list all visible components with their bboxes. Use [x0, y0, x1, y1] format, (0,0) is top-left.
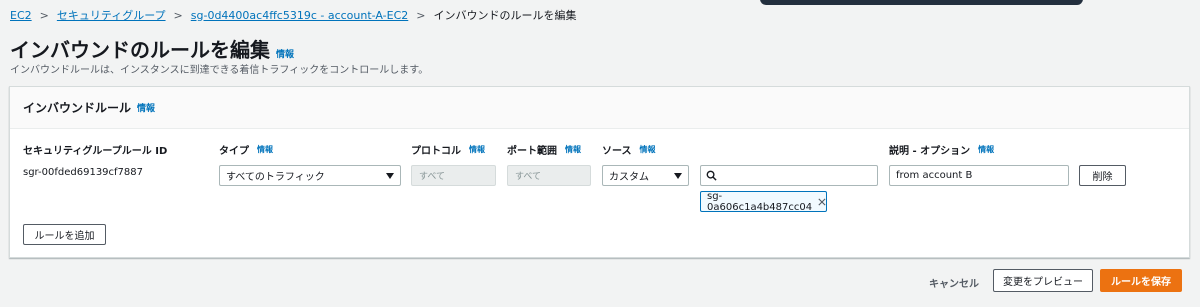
panel-info-link[interactable]: 情報: [137, 101, 155, 114]
close-icon[interactable]: [818, 197, 826, 207]
protocol-value: すべて: [419, 172, 446, 182]
protocol-field: すべて: [411, 165, 496, 186]
page-description: インバウンドルールは、インスタンスに到達できる着信トラフィックをコントロールしま…: [10, 65, 429, 76]
save-rules-button[interactable]: ルールを保存: [1100, 269, 1182, 292]
preview-changes-button[interactable]: 変更をプレビュー: [993, 269, 1093, 292]
column-protocol-label: プロトコル: [411, 146, 461, 157]
chevron-right-icon: >: [39, 8, 49, 22]
page-title: インバウンドのルールを編集: [10, 38, 270, 62]
breadcrumb: EC2 > セキュリティグループ > sg-0d4400ac4ffc5319c …: [10, 7, 577, 23]
source-type-select[interactable]: カスタム: [602, 165, 689, 186]
column-description-info-link[interactable]: 情報: [978, 144, 994, 155]
page-header: インバウンドのルールを編集 情報: [10, 34, 294, 63]
panel-title: インバウンドルール: [23, 101, 132, 115]
preview-changes-label: 変更をプレビュー: [1003, 277, 1083, 288]
column-port-range-label: ポート範囲: [507, 146, 557, 157]
breadcrumb-security-groups[interactable]: セキュリティグループ: [57, 7, 166, 23]
description-value: from account B: [896, 170, 973, 181]
add-rule-button[interactable]: ルールを追加: [23, 224, 106, 245]
source-search-input[interactable]: [700, 165, 878, 186]
column-type-label: タイプ: [219, 146, 249, 157]
column-protocol-info-link[interactable]: 情報: [469, 144, 485, 155]
save-rules-label: ルールを保存: [1111, 277, 1171, 288]
cancel-button[interactable]: キャンセル: [929, 275, 979, 290]
column-type-info-link[interactable]: 情報: [257, 144, 273, 155]
column-port-range: ポート範囲 情報: [507, 142, 581, 157]
rule-id-value: sgr-00fded69139cf7887: [23, 167, 144, 178]
port-range-value: すべて: [515, 172, 542, 182]
port-range-field: すべて: [507, 165, 591, 186]
description-input[interactable]: from account B: [889, 165, 1069, 186]
column-source-label: ソース: [602, 146, 632, 157]
chevron-right-icon: >: [173, 8, 183, 22]
delete-rule-label: 削除: [1092, 172, 1113, 183]
breadcrumb-current: インバウンドのルールを編集: [433, 9, 577, 22]
search-icon: [706, 170, 717, 181]
panel-header: インバウンドルール 情報: [10, 87, 1189, 129]
page-info-link[interactable]: 情報: [276, 47, 294, 60]
inbound-rules-panel: インバウンドルール 情報 セキュリティグループルール ID タイプ 情報 プロト…: [9, 86, 1190, 258]
breadcrumb-ec2[interactable]: EC2: [10, 9, 32, 22]
column-port-range-info-link[interactable]: 情報: [565, 144, 581, 155]
column-source: ソース 情報: [602, 142, 656, 157]
column-source-info-link[interactable]: 情報: [640, 144, 656, 155]
column-rule-id-label: セキュリティグループルール ID: [23, 146, 168, 157]
type-select-value: すべてのトラフィック: [226, 172, 325, 183]
source-token-label: sg-0a606c1a4b487cc04: [707, 190, 813, 213]
add-rule-label: ルールを追加: [34, 231, 95, 242]
delete-rule-button[interactable]: 削除: [1079, 165, 1126, 186]
source-type-value: カスタム: [609, 172, 649, 183]
column-type: タイプ 情報: [219, 142, 273, 157]
caret-down-icon: [674, 173, 682, 179]
type-select[interactable]: すべてのトラフィック: [219, 165, 401, 186]
source-token: sg-0a606c1a4b487cc04: [700, 190, 827, 213]
breadcrumb-security-group[interactable]: sg-0d4400ac4ffc5319c - account-A-EC2: [191, 9, 409, 22]
caret-down-icon: [386, 173, 394, 179]
column-description: 説明 - オプション 情報: [889, 142, 994, 157]
column-description-label: 説明 - オプション: [889, 146, 971, 157]
column-rule-id: セキュリティグループルール ID: [23, 142, 167, 157]
chevron-right-icon: >: [416, 8, 426, 22]
column-protocol: プロトコル 情報: [411, 142, 485, 157]
overlay-window-edge: [760, 0, 1083, 5]
